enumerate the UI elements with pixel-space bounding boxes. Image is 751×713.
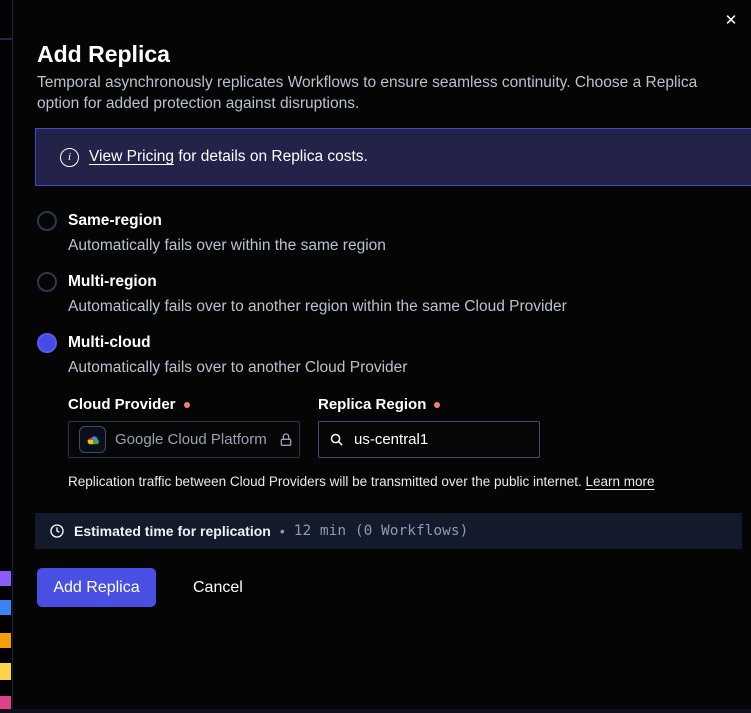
estimate-label: Estimated time for replication	[74, 523, 271, 539]
radio-label-same-region[interactable]: Same-region	[68, 212, 162, 230]
google-cloud-icon	[79, 426, 106, 453]
modal-description: Temporal asynchronously replicates Workf…	[37, 72, 729, 114]
background-bottom-edge	[0, 709, 751, 713]
cloud-provider-field: Google Cloud Platform	[68, 421, 300, 458]
cancel-button[interactable]: Cancel	[181, 568, 255, 607]
learn-more-link[interactable]: Learn more	[586, 474, 655, 489]
replica-region-label: Replica Region	[318, 396, 440, 413]
public-internet-note: Replication traffic between Cloud Provid…	[68, 474, 655, 489]
replica-region-field[interactable]	[318, 421, 540, 458]
pricing-banner-text: View Pricing for details on Replica cost…	[89, 148, 368, 166]
replica-region-input[interactable]	[352, 430, 529, 449]
view-pricing-link[interactable]: View Pricing	[89, 148, 174, 165]
cloud-provider-label: Cloud Provider	[68, 396, 190, 413]
close-icon[interactable]: ✕	[719, 8, 743, 32]
clock-icon	[49, 523, 65, 539]
estimate-separator: •	[280, 523, 285, 539]
add-replica-button[interactable]: Add Replica	[37, 568, 156, 607]
radio-multi-cloud[interactable]	[37, 333, 57, 353]
radio-label-multi-cloud[interactable]: Multi-cloud	[68, 334, 151, 352]
modal-title: Add Replica	[37, 41, 170, 68]
replica-region-label-text: Replica Region	[318, 396, 426, 413]
background-color-chip	[0, 633, 11, 648]
note-text: Replication traffic between Cloud Provid…	[68, 474, 586, 489]
cloud-provider-label-text: Cloud Provider	[68, 396, 176, 413]
search-icon	[329, 432, 344, 447]
radio-multi-region[interactable]	[37, 272, 57, 292]
info-icon: i	[60, 148, 79, 167]
radio-description-same-region: Automatically fails over within the same…	[68, 237, 386, 255]
radio-description-multi-region: Automatically fails over to another regi…	[68, 298, 567, 316]
background-color-chip	[0, 663, 11, 680]
pricing-info-banner: i View Pricing for details on Replica co…	[35, 128, 751, 186]
radio-same-region[interactable]	[37, 211, 57, 231]
add-replica-modal: ✕ Add Replica Temporal asynchronously re…	[13, 0, 751, 713]
background-color-chip	[0, 600, 11, 615]
required-dot	[184, 402, 190, 408]
estimated-time-banner: Estimated time for replication • 12 min …	[35, 513, 742, 549]
radio-label-multi-region[interactable]: Multi-region	[68, 273, 157, 291]
required-dot	[434, 402, 440, 408]
estimate-value: 12 min (0 Workflows)	[294, 523, 469, 539]
lock-icon	[278, 432, 294, 448]
cloud-provider-value: Google Cloud Platform	[115, 431, 267, 448]
background-color-chip	[0, 571, 11, 586]
radio-description-multi-cloud: Automatically fails over to another Clou…	[68, 359, 407, 377]
pricing-banner-rest: for details on Replica costs.	[174, 148, 368, 165]
